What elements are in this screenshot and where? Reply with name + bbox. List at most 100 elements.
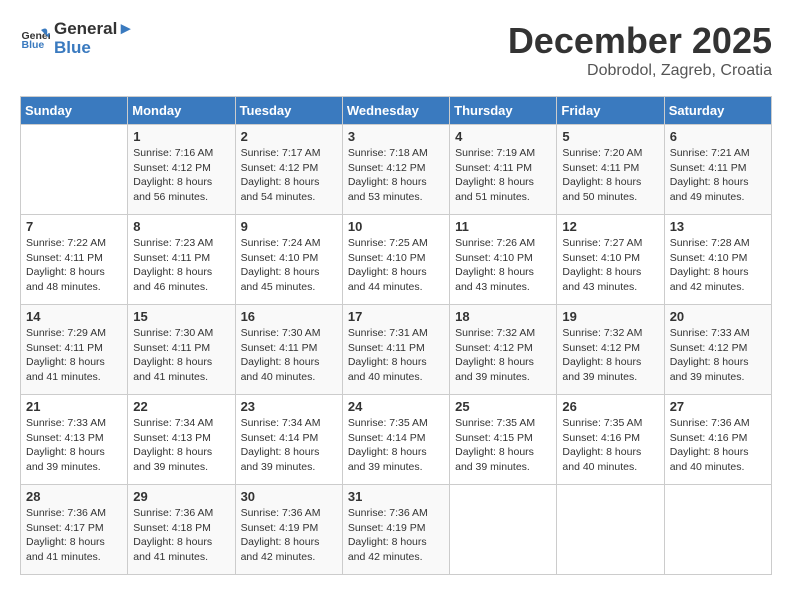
day-info: Sunrise: 7:33 AM Sunset: 4:12 PM Dayligh… bbox=[670, 326, 766, 385]
sunset-text: Sunset: 4:16 PM bbox=[670, 431, 766, 446]
day-info: Sunrise: 7:33 AM Sunset: 4:13 PM Dayligh… bbox=[26, 416, 122, 475]
sunset-text: Sunset: 4:12 PM bbox=[348, 161, 444, 176]
day-info: Sunrise: 7:36 AM Sunset: 4:19 PM Dayligh… bbox=[241, 506, 337, 565]
sunrise-text: Sunrise: 7:30 AM bbox=[133, 326, 229, 341]
sunrise-text: Sunrise: 7:36 AM bbox=[348, 506, 444, 521]
page-header: General Blue General► Blue December 2025… bbox=[20, 20, 772, 80]
calendar-week-row: 28 Sunrise: 7:36 AM Sunset: 4:17 PM Dayl… bbox=[21, 485, 772, 575]
day-info: Sunrise: 7:36 AM Sunset: 4:19 PM Dayligh… bbox=[348, 506, 444, 565]
day-number: 1 bbox=[133, 129, 229, 144]
calendar-cell: 24 Sunrise: 7:35 AM Sunset: 4:14 PM Dayl… bbox=[342, 395, 449, 485]
sunrise-text: Sunrise: 7:22 AM bbox=[26, 236, 122, 251]
calendar-cell: 9 Sunrise: 7:24 AM Sunset: 4:10 PM Dayli… bbox=[235, 215, 342, 305]
day-number: 15 bbox=[133, 309, 229, 324]
calendar-cell: 18 Sunrise: 7:32 AM Sunset: 4:12 PM Dayl… bbox=[450, 305, 557, 395]
daylight-text: Daylight: 8 hours and 53 minutes. bbox=[348, 175, 444, 204]
daylight-text: Daylight: 8 hours and 39 minutes. bbox=[455, 445, 551, 474]
weekday-header-saturday: Saturday bbox=[664, 97, 771, 125]
day-number: 16 bbox=[241, 309, 337, 324]
day-number: 17 bbox=[348, 309, 444, 324]
weekday-header-thursday: Thursday bbox=[450, 97, 557, 125]
daylight-text: Daylight: 8 hours and 46 minutes. bbox=[133, 265, 229, 294]
sunrise-text: Sunrise: 7:31 AM bbox=[348, 326, 444, 341]
day-info: Sunrise: 7:28 AM Sunset: 4:10 PM Dayligh… bbox=[670, 236, 766, 295]
daylight-text: Daylight: 8 hours and 49 minutes. bbox=[670, 175, 766, 204]
sunrise-text: Sunrise: 7:36 AM bbox=[26, 506, 122, 521]
sunset-text: Sunset: 4:10 PM bbox=[670, 251, 766, 266]
calendar-cell: 29 Sunrise: 7:36 AM Sunset: 4:18 PM Dayl… bbox=[128, 485, 235, 575]
sunrise-text: Sunrise: 7:19 AM bbox=[455, 146, 551, 161]
calendar-cell: 26 Sunrise: 7:35 AM Sunset: 4:16 PM Dayl… bbox=[557, 395, 664, 485]
sunset-text: Sunset: 4:11 PM bbox=[562, 161, 658, 176]
calendar-cell bbox=[21, 125, 128, 215]
sunrise-text: Sunrise: 7:35 AM bbox=[562, 416, 658, 431]
day-info: Sunrise: 7:19 AM Sunset: 4:11 PM Dayligh… bbox=[455, 146, 551, 205]
sunset-text: Sunset: 4:11 PM bbox=[26, 251, 122, 266]
sunrise-text: Sunrise: 7:32 AM bbox=[455, 326, 551, 341]
sunset-text: Sunset: 4:12 PM bbox=[133, 161, 229, 176]
sunset-text: Sunset: 4:14 PM bbox=[241, 431, 337, 446]
day-number: 23 bbox=[241, 399, 337, 414]
day-number: 31 bbox=[348, 489, 444, 504]
daylight-text: Daylight: 8 hours and 39 minutes. bbox=[670, 355, 766, 384]
sunrise-text: Sunrise: 7:36 AM bbox=[670, 416, 766, 431]
calendar-week-row: 1 Sunrise: 7:16 AM Sunset: 4:12 PM Dayli… bbox=[21, 125, 772, 215]
day-info: Sunrise: 7:34 AM Sunset: 4:14 PM Dayligh… bbox=[241, 416, 337, 475]
calendar-cell bbox=[664, 485, 771, 575]
day-number: 6 bbox=[670, 129, 766, 144]
day-info: Sunrise: 7:32 AM Sunset: 4:12 PM Dayligh… bbox=[562, 326, 658, 385]
daylight-text: Daylight: 8 hours and 48 minutes. bbox=[26, 265, 122, 294]
daylight-text: Daylight: 8 hours and 40 minutes. bbox=[348, 355, 444, 384]
day-info: Sunrise: 7:29 AM Sunset: 4:11 PM Dayligh… bbox=[26, 326, 122, 385]
calendar-cell: 13 Sunrise: 7:28 AM Sunset: 4:10 PM Dayl… bbox=[664, 215, 771, 305]
sunrise-text: Sunrise: 7:30 AM bbox=[241, 326, 337, 341]
sunset-text: Sunset: 4:13 PM bbox=[26, 431, 122, 446]
day-number: 18 bbox=[455, 309, 551, 324]
day-info: Sunrise: 7:30 AM Sunset: 4:11 PM Dayligh… bbox=[133, 326, 229, 385]
sunset-text: Sunset: 4:19 PM bbox=[348, 521, 444, 536]
sunset-text: Sunset: 4:17 PM bbox=[26, 521, 122, 536]
day-info: Sunrise: 7:18 AM Sunset: 4:12 PM Dayligh… bbox=[348, 146, 444, 205]
day-info: Sunrise: 7:35 AM Sunset: 4:16 PM Dayligh… bbox=[562, 416, 658, 475]
sunset-text: Sunset: 4:10 PM bbox=[241, 251, 337, 266]
calendar-cell: 20 Sunrise: 7:33 AM Sunset: 4:12 PM Dayl… bbox=[664, 305, 771, 395]
calendar-cell: 28 Sunrise: 7:36 AM Sunset: 4:17 PM Dayl… bbox=[21, 485, 128, 575]
calendar-cell: 22 Sunrise: 7:34 AM Sunset: 4:13 PM Dayl… bbox=[128, 395, 235, 485]
day-number: 12 bbox=[562, 219, 658, 234]
calendar-cell: 1 Sunrise: 7:16 AM Sunset: 4:12 PM Dayli… bbox=[128, 125, 235, 215]
sunset-text: Sunset: 4:12 PM bbox=[562, 341, 658, 356]
daylight-text: Daylight: 8 hours and 39 minutes. bbox=[133, 445, 229, 474]
day-number: 22 bbox=[133, 399, 229, 414]
sunset-text: Sunset: 4:11 PM bbox=[241, 341, 337, 356]
sunset-text: Sunset: 4:16 PM bbox=[562, 431, 658, 446]
logo-blue-text: Blue bbox=[54, 39, 134, 58]
day-number: 24 bbox=[348, 399, 444, 414]
calendar-table: SundayMondayTuesdayWednesdayThursdayFrid… bbox=[20, 96, 772, 575]
calendar-cell: 11 Sunrise: 7:26 AM Sunset: 4:10 PM Dayl… bbox=[450, 215, 557, 305]
sunset-text: Sunset: 4:12 PM bbox=[241, 161, 337, 176]
day-number: 4 bbox=[455, 129, 551, 144]
day-number: 30 bbox=[241, 489, 337, 504]
day-info: Sunrise: 7:24 AM Sunset: 4:10 PM Dayligh… bbox=[241, 236, 337, 295]
day-info: Sunrise: 7:30 AM Sunset: 4:11 PM Dayligh… bbox=[241, 326, 337, 385]
sunset-text: Sunset: 4:11 PM bbox=[133, 341, 229, 356]
daylight-text: Daylight: 8 hours and 41 minutes. bbox=[133, 355, 229, 384]
day-info: Sunrise: 7:36 AM Sunset: 4:17 PM Dayligh… bbox=[26, 506, 122, 565]
sunrise-text: Sunrise: 7:29 AM bbox=[26, 326, 122, 341]
weekday-header-wednesday: Wednesday bbox=[342, 97, 449, 125]
calendar-cell: 31 Sunrise: 7:36 AM Sunset: 4:19 PM Dayl… bbox=[342, 485, 449, 575]
day-info: Sunrise: 7:35 AM Sunset: 4:15 PM Dayligh… bbox=[455, 416, 551, 475]
daylight-text: Daylight: 8 hours and 51 minutes. bbox=[455, 175, 551, 204]
sunrise-text: Sunrise: 7:23 AM bbox=[133, 236, 229, 251]
daylight-text: Daylight: 8 hours and 40 minutes. bbox=[670, 445, 766, 474]
calendar-cell: 19 Sunrise: 7:32 AM Sunset: 4:12 PM Dayl… bbox=[557, 305, 664, 395]
calendar-cell: 7 Sunrise: 7:22 AM Sunset: 4:11 PM Dayli… bbox=[21, 215, 128, 305]
day-info: Sunrise: 7:22 AM Sunset: 4:11 PM Dayligh… bbox=[26, 236, 122, 295]
day-info: Sunrise: 7:16 AM Sunset: 4:12 PM Dayligh… bbox=[133, 146, 229, 205]
sunset-text: Sunset: 4:11 PM bbox=[670, 161, 766, 176]
calendar-cell bbox=[450, 485, 557, 575]
sunset-text: Sunset: 4:13 PM bbox=[133, 431, 229, 446]
sunrise-text: Sunrise: 7:36 AM bbox=[241, 506, 337, 521]
daylight-text: Daylight: 8 hours and 39 minutes. bbox=[348, 445, 444, 474]
title-block: December 2025 Dobrodol, Zagreb, Croatia bbox=[508, 20, 772, 80]
